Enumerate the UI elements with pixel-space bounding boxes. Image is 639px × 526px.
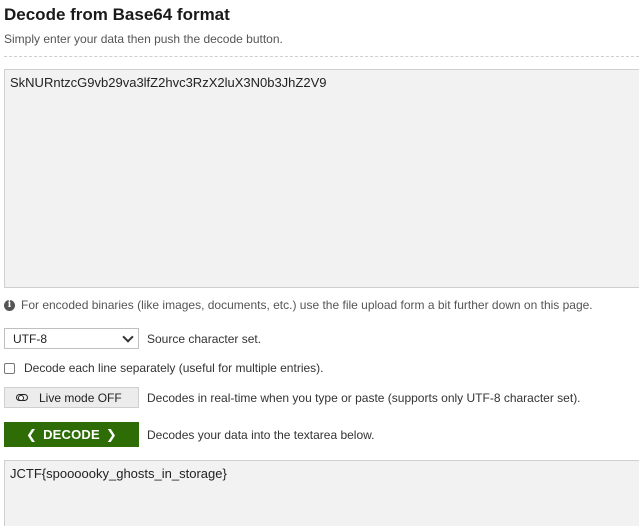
toggle-icon (16, 394, 28, 401)
charset-label: Source character set. (147, 331, 262, 346)
live-mode-description: Decodes in real-time when you type or pa… (147, 390, 581, 405)
decoded-output-textarea[interactable]: JCTF{spoooooky_ghosts_in_storage} (4, 460, 639, 526)
live-mode-row: Live mode OFF Decodes in real-time when … (4, 387, 581, 408)
charset-row: UTF-8 Source character set. (4, 328, 261, 349)
chevron-down-icon (122, 330, 134, 343)
page-title: Decode from Base64 format (4, 5, 230, 24)
decode-button-label: DECODE (43, 427, 100, 442)
upload-note: i For encoded binaries (like images, doc… (4, 298, 593, 312)
chevron-left-icon: ❮ (25, 426, 38, 442)
upload-note-text: For encoded binaries (like images, docum… (21, 298, 593, 312)
base64-input-textarea[interactable]: SkNURntzcG9vb29va3lfZ2hvc3RzX2luX3N0b3Jh… (4, 69, 639, 288)
decode-each-line-checkbox[interactable] (4, 362, 15, 374)
decode-row: ❮ DECODE ❯ Decodes your data into the te… (4, 422, 374, 447)
live-mode-button-label: Live mode OFF (39, 390, 122, 405)
decode-each-line-row: Decode each line separately (useful for … (4, 361, 323, 375)
page-subtitle: Simply enter your data then push the dec… (4, 32, 283, 46)
decode-each-line-label[interactable]: Decode each line separately (useful for … (24, 361, 323, 375)
charset-select[interactable]: UTF-8 (4, 328, 139, 349)
info-icon: i (4, 299, 15, 311)
decode-button[interactable]: ❮ DECODE ❯ (4, 422, 139, 447)
divider (4, 56, 639, 57)
charset-select-value: UTF-8 (13, 331, 47, 346)
decode-description: Decodes your data into the textarea belo… (147, 427, 375, 442)
chevron-right-icon: ❯ (105, 426, 117, 442)
live-mode-button[interactable]: Live mode OFF (4, 387, 139, 408)
